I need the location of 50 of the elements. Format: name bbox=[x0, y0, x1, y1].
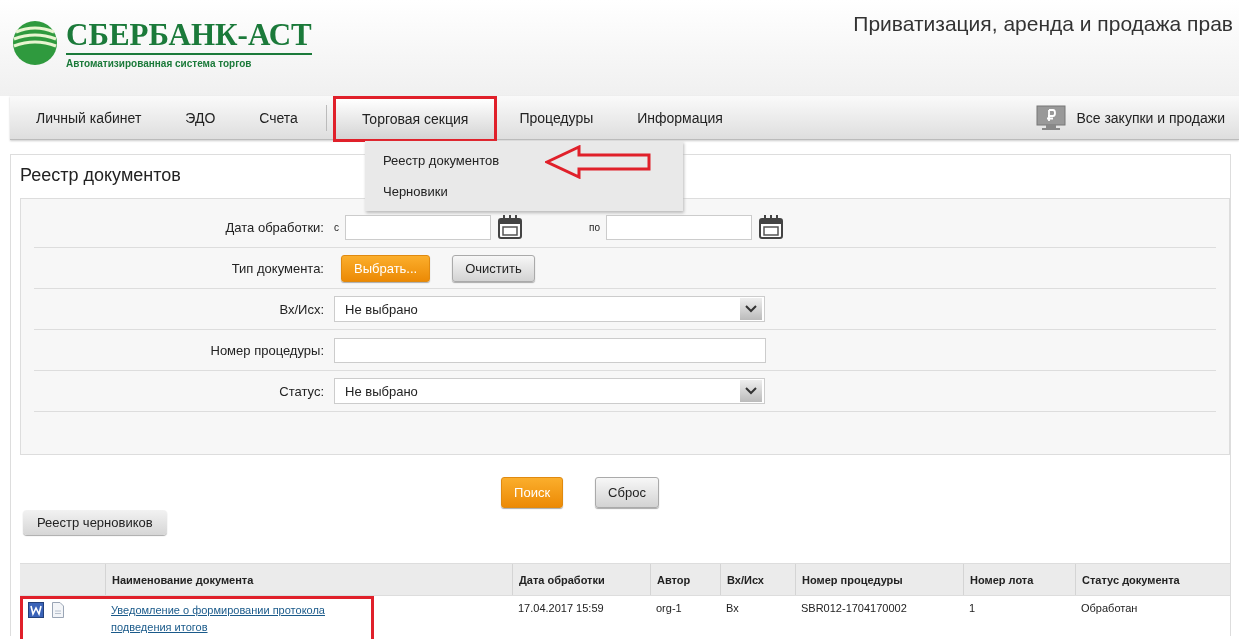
column-header: Вх/Исх bbox=[727, 573, 764, 586]
calendar-icon[interactable] bbox=[497, 214, 523, 240]
column-header: Наименование документа bbox=[112, 573, 254, 586]
select-field[interactable]: Не выбрано bbox=[334, 378, 765, 404]
field-label: Тип документа: bbox=[230, 260, 324, 276]
date-from-field[interactable] bbox=[345, 214, 491, 240]
menu-item[interactable]: Черновики bbox=[383, 184, 448, 199]
nav-item[interactable]: Торговая секция bbox=[332, 95, 498, 142]
from-label: с bbox=[334, 221, 339, 233]
select-field[interactable]: Не выбрано bbox=[334, 296, 765, 322]
column-header: Статус документа bbox=[1082, 573, 1180, 586]
chevron-down-icon bbox=[745, 305, 757, 313]
nav-link[interactable]: Все закупки и продажи bbox=[1076, 109, 1225, 126]
nav-item[interactable]: Процедуры bbox=[497, 96, 616, 139]
clear-button[interactable]: Очистить bbox=[452, 254, 535, 282]
table-cell: 17.04.2017 15:59 bbox=[518, 602, 604, 614]
field-label: Дата обработки: bbox=[224, 219, 324, 235]
date-to-field[interactable] bbox=[606, 214, 752, 240]
table-cell: Вх bbox=[726, 602, 739, 614]
table-cell: Обработан bbox=[1081, 602, 1138, 614]
calendar-icon[interactable] bbox=[758, 214, 784, 240]
chevron-down-icon bbox=[745, 387, 757, 395]
page-title: Реестр документов bbox=[20, 165, 182, 186]
reset-button[interactable]: Сброс bbox=[595, 477, 659, 508]
to-label: по bbox=[589, 221, 600, 233]
nav-item[interactable]: Личный кабинет bbox=[10, 96, 164, 139]
word-document-icon[interactable] bbox=[28, 602, 44, 618]
menu-item[interactable]: Реестр документов bbox=[383, 153, 500, 168]
site-title: Приватизация, аренда и продажа прав bbox=[853, 11, 1234, 36]
table-cell: SBR012-1704170002 bbox=[801, 602, 907, 614]
column-header: Номер процедуры bbox=[802, 573, 903, 586]
logo-icon bbox=[10, 18, 60, 68]
monitor-icon[interactable] bbox=[1036, 104, 1067, 131]
nav-item[interactable]: ЭДО bbox=[163, 96, 238, 139]
field-label: Вх/Исх: bbox=[278, 301, 324, 317]
column-header: Номер лота bbox=[970, 573, 1034, 586]
procedure-number-field[interactable] bbox=[334, 337, 766, 363]
drafts-button[interactable]: Реестр черновиков bbox=[23, 510, 167, 535]
document-icon[interactable] bbox=[50, 602, 66, 618]
nav-item[interactable]: Счета bbox=[237, 96, 320, 139]
table-cell: org-1 bbox=[656, 602, 682, 614]
logo-subtitle: Автоматизированная система торгов bbox=[66, 58, 253, 69]
column-header: Дата обработки bbox=[519, 573, 605, 586]
field-label: Номер процедуры: bbox=[209, 342, 324, 358]
nav-item[interactable]: Информация bbox=[615, 96, 745, 139]
table-cell: 1 bbox=[969, 602, 976, 614]
logo-text: СБЕРБАНК-АСТ bbox=[66, 18, 312, 55]
document-link[interactable]: Уведомление о формировании протокола подведения итогов bbox=[111, 602, 341, 636]
field-label: Статус: bbox=[278, 383, 324, 399]
column-header: Автор bbox=[657, 573, 691, 586]
